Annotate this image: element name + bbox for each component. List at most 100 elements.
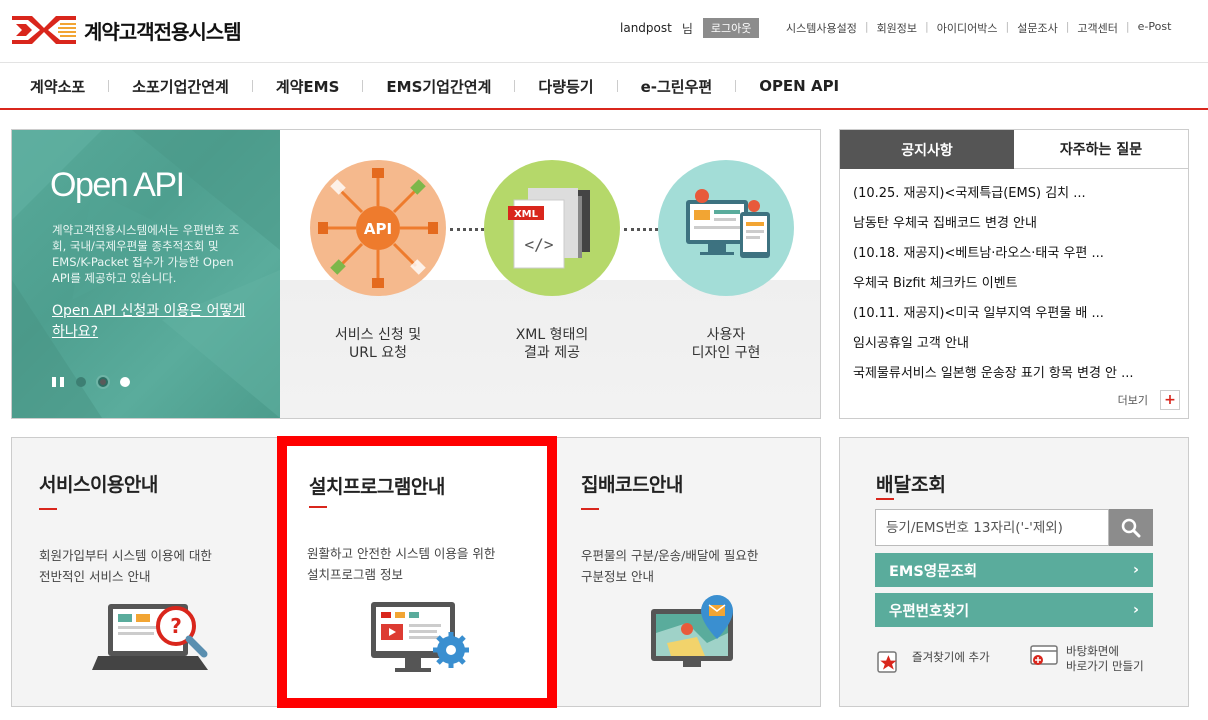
- nav-item-contract-ems[interactable]: 계약EMS: [276, 76, 340, 97]
- post-logo-icon: [12, 16, 76, 44]
- util-divider: |: [925, 20, 929, 33]
- create-desktop-shortcut[interactable]: 바탕화면에 바로가기 만들기: [1030, 644, 1144, 674]
- map-location-icon: [651, 595, 733, 667]
- header: 계약고객전용시스템 landpost 님 로그아웃 시스템사용설정 | 회원정보…: [0, 0, 1208, 62]
- api-hub-icon: API: [310, 160, 446, 296]
- add-bookmark[interactable]: 즐겨찾기에 추가: [876, 650, 990, 674]
- step-service-request: API 서비스 신청 및 URL 요청: [310, 160, 446, 362]
- nav-divider: [514, 80, 516, 92]
- user-suffix: 님: [681, 21, 693, 36]
- user-id: landpost: [620, 21, 672, 35]
- notice-more: 더보기 +: [1118, 390, 1180, 410]
- nav-item-open-api[interactable]: OPEN API: [759, 77, 839, 95]
- notice-box: 공지사항 자주하는 질문 (10.25. 재공지)<국제특급(EMS) 김치 .…: [839, 129, 1189, 419]
- ems-english-tracking-button[interactable]: EMS영문조회 ›: [875, 553, 1153, 587]
- notice-item[interactable]: 임시공휴일 고객 안내: [853, 329, 1173, 359]
- notice-item[interactable]: 국제물류서비스 일본행 운송장 표기 항목 변경 안 ...: [853, 359, 1173, 389]
- nav-divider: [616, 80, 618, 92]
- notice-tabs: 공지사항 자주하는 질문: [840, 130, 1188, 169]
- pause-icon[interactable]: [52, 377, 64, 387]
- step-label: 서비스 신청 및 URL 요청: [334, 327, 422, 361]
- utility-nav: 시스템사용설정 | 회원정보 | 아이디어박스 | 설문조사 | 고객센터 | …: [786, 20, 1171, 36]
- notice-item[interactable]: 남동탄 우체국 집배코드 변경 안내: [853, 209, 1173, 239]
- more-label[interactable]: 더보기: [1118, 392, 1148, 408]
- nav-divider: [362, 80, 364, 92]
- card-description: 원활하고 안전한 시스템 이용을 위한 설치프로그램 정보: [307, 546, 496, 582]
- nav-item-parcel-b2b[interactable]: 소포기업간연계: [132, 76, 229, 97]
- plus-icon[interactable]: +: [1160, 390, 1180, 410]
- svg-text:</>: </>: [525, 235, 554, 254]
- util-divider: |: [1065, 20, 1070, 33]
- desktop-shortcut-icon: [1030, 645, 1058, 665]
- api-process-steps: API 서비스 신청 및 URL 요청 XML </> XML 형태의 결과 제…: [280, 130, 820, 418]
- card-title: 서비스이용안내: [39, 474, 158, 496]
- postal-code-search-button[interactable]: 우편번호찾기 ›: [875, 593, 1153, 627]
- step-user-design: 사용자 디자인 구현: [658, 160, 794, 362]
- nav-item-contract-parcel[interactable]: 계약소포: [30, 76, 85, 97]
- title-accent-bar: [309, 506, 327, 508]
- step-label: XML 형태의 결과 제공: [515, 327, 589, 361]
- title-accent-bar: [39, 508, 57, 510]
- util-link-epost[interactable]: e-Post: [1138, 20, 1172, 36]
- nav-item-bulk-registered[interactable]: 다량등기: [538, 76, 593, 97]
- title-accent-bar: [876, 498, 894, 500]
- step-label: 사용자 디자인 구현: [691, 327, 761, 361]
- nav-divider: [251, 80, 253, 92]
- laptop-help-icon: ?: [92, 604, 208, 670]
- search-button[interactable]: [1109, 509, 1153, 546]
- tracking-number-input[interactable]: [875, 509, 1109, 546]
- site-logo[interactable]: 계약고객전용시스템: [12, 14, 242, 46]
- notice-item[interactable]: 우체국 Bizfit 체크카드 이벤트: [853, 269, 1173, 299]
- devices-icon: [658, 160, 794, 296]
- slide-dot[interactable]: [76, 377, 86, 387]
- tab-faq[interactable]: 자주하는 질문: [1014, 130, 1188, 169]
- banner-title: Open API: [50, 166, 185, 204]
- quick-label: 즐겨찾기에 추가: [912, 650, 990, 664]
- notice-item[interactable]: (10.18. 재공지)<베트남·라오스·태국 우편 ...: [853, 239, 1173, 269]
- main-nav: 계약소포 소포기업간연계 계약EMS EMS기업간연계 다량등기 e-그린우편 …: [0, 62, 1208, 110]
- util-divider: |: [864, 20, 869, 33]
- svg-text:?: ?: [170, 614, 182, 638]
- util-link-system-settings[interactable]: 시스템사용설정: [786, 20, 857, 36]
- card-description: 회원가입부터 시스템 이용에 대한 전반적인 서비스 안내: [39, 548, 212, 584]
- site-title: 계약고객전용시스템: [84, 19, 242, 44]
- slide-dot[interactable]: [120, 377, 130, 387]
- card-install-program-guide[interactable]: 설치프로그램안내 원활하고 안전한 시스템 이용을 위한 설치프로그램 정보: [277, 436, 557, 708]
- button-label: 우편번호찾기: [889, 603, 970, 620]
- svg-text:API: API: [364, 220, 392, 238]
- nav-divider: [735, 80, 737, 92]
- tracking-search: [875, 509, 1153, 546]
- svg-text:XML: XML: [514, 209, 539, 220]
- banner-intro: Open API 계약고객전용시스템에서는 우편번호 조회, 국내/국제우편물 …: [12, 130, 280, 418]
- card-title: 집배코드안내: [581, 474, 683, 496]
- notice-list: (10.25. 재공지)<국제특급(EMS) 김치 ... 남동탄 우체국 집배…: [840, 169, 1188, 389]
- quick-label: 바탕화면에 바로가기 만들기: [1066, 644, 1144, 673]
- slide-indicator: [52, 377, 130, 387]
- notice-item[interactable]: (10.25. 재공지)<국제특급(EMS) 김치 ...: [853, 179, 1173, 209]
- step-xml-result: XML </> XML 형태의 결과 제공: [484, 160, 620, 362]
- monitor-settings-icon: [371, 602, 469, 672]
- util-divider: |: [1005, 20, 1010, 33]
- user-area: landpost 님 로그아웃: [620, 18, 760, 38]
- util-link-idea-box[interactable]: 아이디어박스: [937, 20, 998, 36]
- nav-divider: [108, 80, 110, 92]
- slide-dot-active[interactable]: [98, 377, 108, 387]
- nav-item-ems-b2b[interactable]: EMS기업간연계: [386, 76, 491, 97]
- service-guide-cards: 서비스이용안내 회원가입부터 시스템 이용에 대한 전반적인 서비스 안내 ? …: [11, 436, 822, 708]
- notice-item[interactable]: (10.11. 재공지)<미국 일부지역 우편물 배 ...: [853, 299, 1173, 329]
- card-service-guide[interactable]: 서비스이용안내 회원가입부터 시스템 이용에 대한 전반적인 서비스 안내 ?: [12, 438, 277, 706]
- chevron-right-icon: ›: [1133, 562, 1139, 578]
- open-api-guide-link[interactable]: Open API 신청과 이용은 어떻게 하나요?: [52, 301, 252, 343]
- util-link-customer-center[interactable]: 고객센터: [1077, 20, 1117, 36]
- logout-button[interactable]: 로그아웃: [702, 18, 760, 38]
- card-description: 우편물의 구분/운송/배달에 필요한 구분정보 안내: [581, 548, 759, 584]
- nav-item-e-green-mail[interactable]: e-그린우편: [641, 76, 713, 97]
- open-api-banner: Open API 계약고객전용시스템에서는 우편번호 조회, 국내/국제우편물 …: [11, 129, 821, 419]
- delivery-tracking: 배달조회 EMS영문조회 › 우편번호찾기 › 즐겨찾기에 추가: [839, 437, 1189, 707]
- util-link-member-info[interactable]: 회원정보: [877, 20, 917, 36]
- xml-document-icon: XML </>: [484, 160, 620, 296]
- button-label: EMS영문조회: [889, 563, 978, 580]
- card-delivery-code-guide[interactable]: 집배코드안내 우편물의 구분/운송/배달에 필요한 구분정보 안내: [557, 438, 822, 706]
- util-link-survey[interactable]: 설문조사: [1017, 20, 1057, 36]
- tab-notice[interactable]: 공지사항: [840, 130, 1014, 169]
